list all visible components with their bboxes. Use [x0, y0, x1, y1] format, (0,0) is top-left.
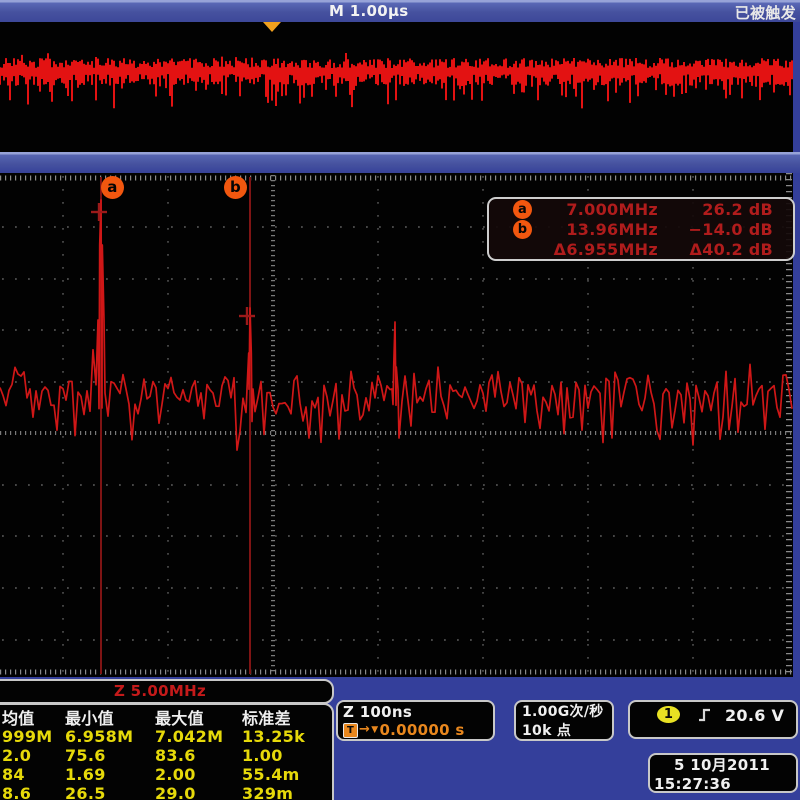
- table-cell: 7.042M: [155, 727, 242, 746]
- fft-zoom-scale: Z 5.00MHz: [114, 682, 206, 700]
- trigger-readout-box[interactable]: 1 20.6 V: [628, 700, 798, 739]
- measurement-table[interactable]: 均值 最小值 最大值 标准差 999M 6.958M 7.042M 13.25k…: [0, 703, 334, 800]
- main-timebase-readout: M 1.00µs: [329, 2, 409, 20]
- table-cell: 329m: [242, 784, 332, 800]
- window-separator-bar: [0, 152, 800, 173]
- cursor-a-badge[interactable]: a: [101, 176, 124, 199]
- cursor-b-badge[interactable]: b: [224, 176, 247, 199]
- rising-edge-icon: [697, 707, 712, 723]
- trigger-status-text: 已被触发: [735, 2, 796, 23]
- top-status-bar: M 1.00µs 已被触发: [0, 0, 800, 22]
- time-noise-trace: [0, 53, 792, 108]
- cursor-lines[interactable]: [101, 177, 250, 674]
- cursor-a-readout-row: a 7.000MHz 26.2 dB: [489, 199, 793, 219]
- trigger-position-marker-icon[interactable]: [263, 22, 281, 32]
- column-header: 均值: [2, 708, 65, 729]
- trigger-level-value: 20.6 V: [725, 706, 784, 725]
- cursor-delta-readout-row: Δ6.955MHz Δ40.2 dB: [489, 239, 793, 259]
- table-cell: 55.4m: [242, 765, 332, 784]
- table-cell: 8.6: [2, 784, 65, 800]
- trigger-t-icon: T: [343, 723, 358, 738]
- datetime-box[interactable]: 5 10月2011 15:27:36: [648, 753, 798, 793]
- trigger-position-value: 0.00000 s: [379, 721, 464, 739]
- delta-frequency: Δ6.955MHz: [532, 240, 658, 259]
- spacer: [513, 240, 532, 259]
- trigger-position-row: T → ▼ 0.00000 s: [343, 721, 493, 739]
- arrow-right-icon: →: [359, 721, 370, 739]
- column-header: 最小值: [65, 708, 155, 729]
- table-cell: 75.6: [65, 746, 155, 765]
- oscilloscope-screen: M 1.00µs 已被触发 a b a 7.000MHz 26.2 dB b 1…: [0, 0, 800, 800]
- cursor-a-level: 26.2 dB: [658, 200, 793, 219]
- acquisition-readout-box[interactable]: 1.00G次/秒 10k 点: [514, 700, 614, 741]
- table-cell: 1.00: [242, 746, 332, 765]
- cursor-peak-markers: [91, 203, 255, 325]
- measurement-grid: 均值 最小值 最大值 标准差 999M 6.958M 7.042M 13.25k…: [2, 708, 332, 800]
- cursor-a-frequency: 7.000MHz: [532, 200, 658, 219]
- horizontal-readout-box[interactable]: Z 100ns T → ▼ 0.00000 s: [336, 700, 495, 741]
- zoom-timebase: Z 100ns: [343, 703, 493, 721]
- cursor-readout-panel[interactable]: a 7.000MHz 26.2 dB b 13.96MHz −14.0 dB Δ…: [487, 197, 795, 261]
- cursor-b-frequency: 13.96MHz: [532, 220, 658, 239]
- fft-zoom-scale-box[interactable]: Z 5.00MHz: [0, 679, 334, 704]
- cursor-b-icon: b: [513, 220, 532, 239]
- table-cell: 2.00: [155, 765, 242, 784]
- table-cell: 2.0: [2, 746, 65, 765]
- record-length: 10k 点: [522, 722, 612, 741]
- table-cell: 83.6: [155, 746, 242, 765]
- time-domain-window: [0, 22, 793, 152]
- table-cell: 999M: [2, 727, 65, 746]
- sample-rate: 1.00G次/秒: [522, 703, 612, 722]
- table-cell: 1.69: [65, 765, 155, 784]
- time-domain-trace: [0, 22, 793, 152]
- table-cell: 84: [2, 765, 65, 784]
- date-text: 5 10月2011: [650, 756, 796, 775]
- channel-1-badge: 1: [657, 706, 680, 723]
- cursor-a-icon: a: [513, 200, 532, 219]
- column-header: 最大值: [155, 708, 242, 729]
- table-cell: 13.25k: [242, 727, 332, 746]
- fft-spectrum-window: a b a 7.000MHz 26.2 dB b 13.96MHz −14.0 …: [0, 173, 793, 677]
- delta-level: Δ40.2 dB: [658, 240, 793, 259]
- table-cell: 29.0: [155, 784, 242, 800]
- cursor-b-level: −14.0 dB: [658, 220, 793, 239]
- table-cell: 26.5: [65, 784, 155, 800]
- marker-triangle-icon: ▼: [371, 721, 378, 739]
- table-cell: 6.958M: [65, 727, 155, 746]
- time-text: 15:27:36: [650, 775, 796, 794]
- cursor-b-readout-row: b 13.96MHz −14.0 dB: [489, 219, 793, 239]
- column-header: 标准差: [242, 708, 332, 729]
